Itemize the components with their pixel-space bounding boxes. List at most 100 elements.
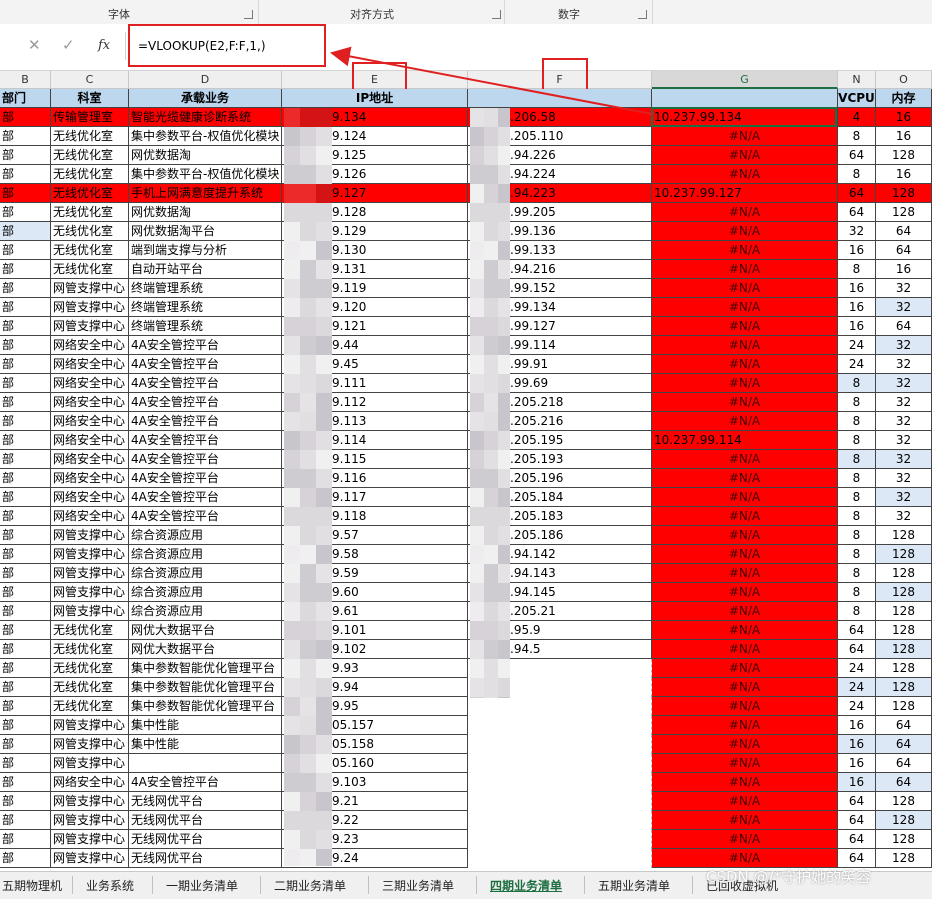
- insert-function-icon[interactable]: fx: [98, 38, 110, 53]
- cell-vcpu[interactable]: 16: [838, 716, 876, 735]
- cell-biz[interactable]: [129, 754, 282, 773]
- cell-dept[interactable]: 部: [0, 184, 51, 203]
- cell-g[interactable]: #N/A: [652, 621, 838, 640]
- cell-vcpu[interactable]: 8: [838, 393, 876, 412]
- cell-mem[interactable]: 32: [876, 355, 932, 374]
- cell-vcpu[interactable]: 8: [838, 545, 876, 564]
- tab-biz-system[interactable]: 业务系统: [86, 877, 134, 894]
- cell-mem[interactable]: 32: [876, 431, 932, 450]
- cell-mem[interactable]: 16: [876, 127, 932, 146]
- cell-office[interactable]: 无线优化室: [51, 659, 129, 678]
- cell-mem[interactable]: 16: [876, 165, 932, 184]
- cell-vcpu[interactable]: 16: [838, 298, 876, 317]
- number-launcher-icon[interactable]: [638, 10, 647, 19]
- column-header-n[interactable]: N: [838, 71, 876, 89]
- cell-f[interactable]: [468, 754, 652, 773]
- cell-dept[interactable]: 部: [0, 393, 51, 412]
- header-mem[interactable]: 内存: [876, 89, 932, 108]
- cell-mem[interactable]: 128: [876, 811, 932, 830]
- cell-biz[interactable]: 4A安全管控平台: [129, 507, 282, 526]
- cell-dept[interactable]: 部: [0, 773, 51, 792]
- cell-dept[interactable]: 部: [0, 317, 51, 336]
- cell-biz[interactable]: 4A安全管控平台: [129, 488, 282, 507]
- cell-f[interactable]: [468, 697, 652, 716]
- cell-office[interactable]: 无线优化室: [51, 260, 129, 279]
- cell-biz[interactable]: 集中参数智能优化管理平台: [129, 678, 282, 697]
- cell-biz[interactable]: 集中性能: [129, 716, 282, 735]
- cell-g[interactable]: #N/A: [652, 488, 838, 507]
- cell-f[interactable]: [468, 792, 652, 811]
- cell-office[interactable]: 网络安全中心: [51, 374, 129, 393]
- header-biz[interactable]: 承载业务: [129, 89, 282, 108]
- cell-office[interactable]: 网络安全中心: [51, 773, 129, 792]
- cell-mem[interactable]: 32: [876, 393, 932, 412]
- cell-mem[interactable]: 64: [876, 317, 932, 336]
- cell-vcpu[interactable]: 32: [838, 222, 876, 241]
- cell-mem[interactable]: 32: [876, 488, 932, 507]
- cell-dept[interactable]: 部: [0, 735, 51, 754]
- cell-g[interactable]: #N/A: [652, 146, 838, 165]
- cell-g[interactable]: #N/A: [652, 336, 838, 355]
- cell-g[interactable]: #N/A: [652, 317, 838, 336]
- cell-f[interactable]: [468, 811, 652, 830]
- cell-office[interactable]: 网管支撑中心: [51, 811, 129, 830]
- cell-vcpu[interactable]: 64: [838, 146, 876, 165]
- cell-office[interactable]: 网管支撑中心: [51, 830, 129, 849]
- cell-vcpu[interactable]: 4: [838, 108, 876, 127]
- cell-dept[interactable]: 部: [0, 526, 51, 545]
- cell-g[interactable]: 10.237.99.127: [652, 184, 838, 203]
- cell-g[interactable]: #N/A: [652, 545, 838, 564]
- cell-g[interactable]: #N/A: [652, 773, 838, 792]
- cell-g[interactable]: #N/A: [652, 298, 838, 317]
- cell-office[interactable]: 网管支撑中心: [51, 545, 129, 564]
- tab-phase4[interactable]: 四期业务清单: [490, 877, 562, 894]
- cell-office[interactable]: 网管支撑中心: [51, 792, 129, 811]
- cell-f[interactable]: [468, 735, 652, 754]
- enter-icon[interactable]: ✓: [62, 36, 75, 54]
- cell-vcpu[interactable]: 24: [838, 336, 876, 355]
- cell-biz[interactable]: 综合资源应用: [129, 583, 282, 602]
- cell-vcpu[interactable]: 8: [838, 602, 876, 621]
- cell-dept[interactable]: 部: [0, 260, 51, 279]
- cell-office[interactable]: 网管支撑中心: [51, 716, 129, 735]
- cell-vcpu[interactable]: 24: [838, 678, 876, 697]
- cell-mem[interactable]: 64: [876, 241, 932, 260]
- cell-g[interactable]: 10.237.99.114: [652, 431, 838, 450]
- cell-office[interactable]: 无线优化室: [51, 146, 129, 165]
- font-launcher-icon[interactable]: [244, 10, 253, 19]
- cell-mem[interactable]: 128: [876, 583, 932, 602]
- cell-office[interactable]: 网管支撑中心: [51, 298, 129, 317]
- cell-office[interactable]: 网管支撑中心: [51, 849, 129, 868]
- cell-vcpu[interactable]: 64: [838, 792, 876, 811]
- cancel-icon[interactable]: ✕: [28, 36, 41, 54]
- column-header-d[interactable]: D: [129, 71, 282, 89]
- cell-g[interactable]: #N/A: [652, 507, 838, 526]
- cell-mem[interactable]: 32: [876, 450, 932, 469]
- cell-mem[interactable]: 128: [876, 602, 932, 621]
- cell-office[interactable]: 网管支撑中心: [51, 279, 129, 298]
- cell-g[interactable]: #N/A: [652, 165, 838, 184]
- cell-dept[interactable]: 部: [0, 165, 51, 184]
- cell-mem[interactable]: 64: [876, 754, 932, 773]
- cell-mem[interactable]: 16: [876, 108, 932, 127]
- cell-mem[interactable]: 128: [876, 792, 932, 811]
- cell-vcpu[interactable]: 8: [838, 488, 876, 507]
- cell-dept[interactable]: 部: [0, 678, 51, 697]
- cell-dept[interactable]: 部: [0, 640, 51, 659]
- cell-office[interactable]: 网管支撑中心: [51, 583, 129, 602]
- cell-vcpu[interactable]: 24: [838, 355, 876, 374]
- cell-biz[interactable]: 无线网优平台: [129, 792, 282, 811]
- cell-biz[interactable]: 4A安全管控平台: [129, 450, 282, 469]
- cell-vcpu[interactable]: 16: [838, 735, 876, 754]
- header-dept[interactable]: 部门: [0, 89, 51, 108]
- cell-office[interactable]: 无线优化室: [51, 241, 129, 260]
- cell-mem[interactable]: 128: [876, 564, 932, 583]
- cell-dept[interactable]: 部: [0, 830, 51, 849]
- cell-vcpu[interactable]: 8: [838, 583, 876, 602]
- column-header-b[interactable]: B: [0, 71, 51, 89]
- cell-dept[interactable]: 部: [0, 754, 51, 773]
- cell-mem[interactable]: 32: [876, 469, 932, 488]
- cell-g[interactable]: #N/A: [652, 355, 838, 374]
- cell-office[interactable]: 网管支撑中心: [51, 564, 129, 583]
- cell-dept[interactable]: 部: [0, 716, 51, 735]
